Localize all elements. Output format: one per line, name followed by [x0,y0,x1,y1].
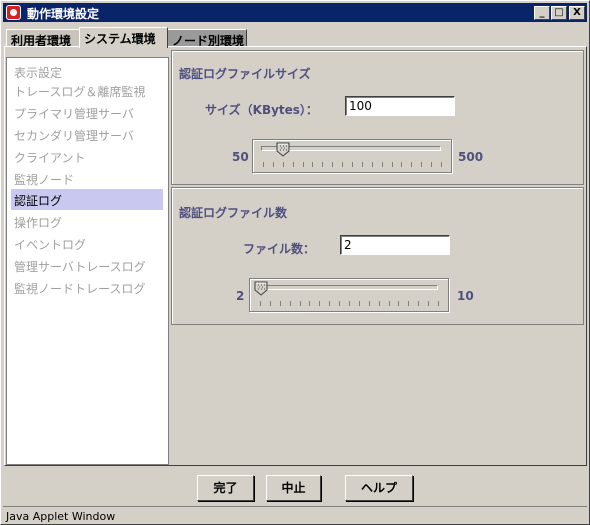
log-count-min-label: 2 [236,289,245,303]
slider-tick [292,162,294,167]
title-bar[interactable]: 動作環境設定 _ □ X [3,3,587,22]
slider-tick [378,301,380,306]
slider-tick [431,162,433,167]
slider-ticks [263,161,442,167]
slider-tick [319,301,321,306]
log-size-slider[interactable] [252,139,452,173]
minimize-button[interactable]: _ [534,6,550,20]
slider-tick [358,301,360,306]
slider-tick [411,162,413,167]
slider-tick [352,162,353,167]
slider-tick [398,301,400,306]
window-title: 動作環境設定 [27,7,100,21]
sidebar-item-monitor-node[interactable]: 監視ノード [11,168,163,189]
sidebar-item-client[interactable]: クライアント [11,146,163,167]
slider-tick [322,162,324,167]
sidebar-item-secondary-server[interactable]: セカンダリ管理サーバ [11,124,163,145]
slider-tick [339,301,341,306]
log-size-input[interactable]: 100 [345,96,455,116]
slider-tick [279,301,281,306]
slider-tick [302,162,304,167]
sidebar-item-display[interactable]: 表示設定 [11,61,163,82]
sidebar-item-primary-server[interactable]: プライマリ管理サーバ [11,102,163,123]
maximize-button[interactable]: □ [551,6,567,20]
log-count-label: ファイル数： [243,242,316,256]
slider-tick [263,162,264,167]
slider-tick [428,301,430,306]
slider-tick [391,162,393,167]
slider-tick [349,301,350,306]
log-count-max-label: 10 [457,289,474,303]
sidebar-item-auth-log[interactable]: 認証ログ [11,189,163,210]
slider-track [258,285,438,290]
tab-user-environment[interactable]: 利用者環境 [6,29,80,48]
log-size-min-label: 50 [232,150,249,164]
close-button[interactable]: X [569,6,585,20]
slider-tick [309,301,311,306]
slider-tick [272,162,274,167]
slider-tick [289,301,291,306]
slider-ticks [260,300,439,306]
slider-tick [401,162,403,167]
log-size-label: サイズ（KBytes）： [205,103,318,117]
log-size-max-label: 500 [458,150,484,164]
slider-tick [269,301,271,306]
slider-tick [421,162,423,167]
sidebar-item-operation-log[interactable]: 操作ログ [11,211,163,232]
log-count-title: 認証ログファイル数 [179,206,288,220]
sidebar-item-trace-log[interactable]: トレースログ＆離席監視 [11,80,163,101]
slider-tick [368,301,370,306]
log-count-slider[interactable] [249,278,449,312]
sidebar-item-event-log[interactable]: イベントログ [11,233,163,254]
help-button[interactable]: ヘルプ [345,475,413,501]
slider-thumb[interactable] [254,281,268,296]
sidebar-item-server-trace-log[interactable]: 管理サーバトレースログ [11,255,163,276]
java-app-icon [6,5,21,20]
cancel-button[interactable]: 中止 [266,475,321,501]
slider-tick [408,301,410,306]
slider-tick [260,301,261,306]
tab-node-environment[interactable]: ノード別環境 [167,29,247,48]
log-size-title: 認証ログファイルサイズ [179,67,311,81]
settings-category-list: 表示設定 トレースログ＆離席監視 プライマリ管理サーバ セカンダリ管理サーバ ク… [6,57,169,465]
slider-tick [299,301,301,306]
slider-tick [438,301,439,306]
slider-thumb[interactable] [276,142,290,157]
slider-tick [418,301,420,306]
settings-window: 動作環境設定 _ □ X 利用者環境 システム環境 ノード別環境 表示設定 トレ… [0,0,590,525]
slider-tick [332,162,334,167]
slider-tick [282,162,284,167]
slider-tick [371,162,373,167]
log-count-panel: 認証ログファイル数 ファイル数： 2 2 10 [171,187,584,325]
slider-tick [329,301,331,306]
slider-tick [388,301,390,306]
sidebar-item-node-trace-log[interactable]: 監視ノードトレースログ [11,277,163,298]
tab-system-environment[interactable]: システム環境 [79,27,168,48]
slider-tick [441,162,442,167]
slider-tick [381,162,383,167]
slider-tick [361,162,363,167]
log-count-input[interactable]: 2 [340,235,450,255]
slider-tick [342,162,344,167]
complete-button[interactable]: 完了 [197,475,254,501]
log-size-panel: 認証ログファイルサイズ サイズ（KBytes）： 100 50 500 [171,50,584,185]
slider-tick [312,162,314,167]
applet-status-bar: Java Applet Window [3,506,587,524]
